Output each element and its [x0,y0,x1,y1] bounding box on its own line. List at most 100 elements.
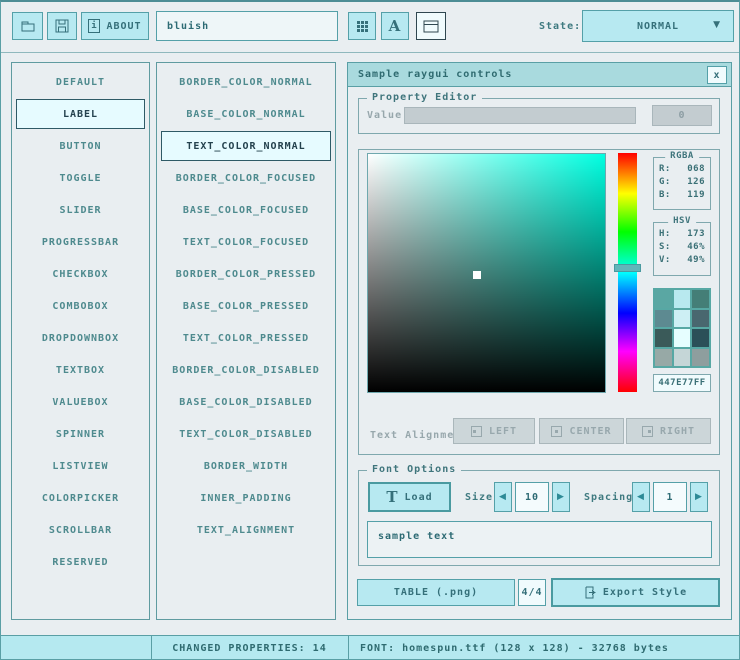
properties-list-item-label: TEXT_COLOR_NORMAL [186,141,305,152]
b-label: B: [659,190,671,200]
status-divider [348,636,349,660]
controls-list-item[interactable]: LISTVIEW [16,451,145,481]
about-button[interactable]: i ABOUT [81,12,149,40]
properties-list-item[interactable]: BASE_COLOR_DISABLED [161,387,331,417]
color-swatch[interactable] [674,349,691,367]
save-style-button[interactable] [47,12,77,40]
state-dropdown[interactable]: NORMAL ▼ [582,10,734,42]
properties-list-item[interactable]: BASE_COLOR_PRESSED [161,291,331,321]
controls-list-item[interactable]: COMBOBOX [16,291,145,321]
color-swatch[interactable] [674,310,691,328]
properties-list-item[interactable]: TEXT_COLOR_FOCUSED [161,227,331,257]
h-label: H: [659,229,671,239]
color-swatch[interactable] [692,310,709,328]
font-toggle[interactable]: A [381,12,409,40]
window-icon [423,20,439,33]
size-value-box[interactable]: 10 [515,482,549,512]
controls-list-item[interactable]: SCROLLBAR [16,515,145,545]
properties-list-item[interactable]: BASE_COLOR_NORMAL [161,99,331,129]
color-swatch[interactable] [655,310,672,328]
properties-list-item[interactable]: BORDER_COLOR_DISABLED [161,355,331,385]
properties-list-item[interactable]: BORDER_COLOR_FOCUSED [161,163,331,193]
color-swatch[interactable] [674,329,691,347]
controls-list-item-label: RESERVED [52,557,108,568]
font-info-status: FONT: homespun.ttf (128 x 128) - 32768 b… [360,636,669,660]
properties-list-item[interactable]: BORDER_COLOR_PRESSED [161,259,331,289]
controls-list-item[interactable]: SPINNER [16,419,145,449]
style-table-toggle[interactable] [348,12,376,40]
spacing-decrease-button[interactable]: ◀ [632,482,650,512]
controls-list-item[interactable]: TEXTBOX [16,355,145,385]
controls-list-item-label: VALUEBOX [52,397,108,408]
controls-list-item[interactable]: TOGGLE [16,163,145,193]
controls-list-item[interactable]: DEFAULT [16,67,145,97]
close-icon: x [713,70,720,81]
export-style-button[interactable]: Export Style [551,578,720,607]
b-value: 119 [687,190,705,200]
value-box[interactable]: 0 [652,105,712,126]
controls-list-item[interactable]: LABEL [16,99,145,129]
properties-list-item-label: TEXT_ALIGNMENT [197,525,295,536]
properties-list-item[interactable]: TEXT_ALIGNMENT [161,515,331,545]
controls-list-item-label: PROGRESSBAR [42,237,119,248]
property-editor-group-label: Property Editor [367,92,482,103]
spacing-value: 1 [666,492,673,503]
properties-list-item[interactable]: BORDER_COLOR_NORMAL [161,67,331,97]
controls-list-item[interactable]: COLORPICKER [16,483,145,513]
sample-controls-window: Sample raygui controls x Property Editor… [347,62,732,620]
load-font-button[interactable]: T Load [368,482,451,512]
g-label: G: [659,177,671,187]
spacing-increase-button[interactable]: ▶ [690,482,708,512]
chevron-down-icon: ▼ [713,20,721,30]
spacing-value-box[interactable]: 1 [653,482,687,512]
controls-list-item[interactable]: RESERVED [16,547,145,577]
sample-text-input[interactable]: sample text [367,521,712,558]
properties-list-item[interactable]: BASE_COLOR_FOCUSED [161,195,331,225]
hue-cursor[interactable] [614,264,641,272]
value-slider[interactable] [404,107,636,124]
properties-list-item[interactable]: TEXT_COLOR_DISABLED [161,419,331,449]
open-style-button[interactable] [12,12,43,40]
hue-bar[interactable] [618,153,637,392]
export-format-value-box[interactable]: 4/4 [518,579,546,606]
controls-list-item[interactable]: CHECKBOX [16,259,145,289]
chevron-right-icon: ▶ [695,492,703,502]
properties-list-item[interactable]: BORDER_WIDTH [161,451,331,481]
sample-window-toggle[interactable] [416,12,446,40]
color-swatch[interactable] [692,329,709,347]
color-swatch[interactable] [655,349,672,367]
controls-list-item[interactable]: DROPDOWNBOX [16,323,145,353]
controls-list-item[interactable]: PROGRESSBAR [16,227,145,257]
size-increase-button[interactable]: ▶ [552,482,570,512]
style-name-input[interactable]: bluish [156,11,338,41]
color-swatch[interactable] [674,290,691,308]
controls-list-item-label: TOGGLE [59,173,101,184]
controls-list-item[interactable]: VALUEBOX [16,387,145,417]
close-button[interactable]: x [707,66,727,84]
align-left-button[interactable]: LEFT [453,418,535,444]
size-decrease-button[interactable]: ◀ [494,482,512,512]
color-saturation-value-panel[interactable] [367,153,606,393]
align-center-button[interactable]: CENTER [539,418,624,444]
rgba-group-label: RGBA [665,151,699,161]
controls-list-item-label: DROPDOWNBOX [42,333,119,344]
properties-list-item-label: INNER_PADDING [200,493,291,504]
color-swatch[interactable] [692,290,709,308]
align-right-button[interactable]: RIGHT [626,418,711,444]
color-swatch[interactable] [655,329,672,347]
sample-window-titlebar[interactable]: Sample raygui controls x [348,63,731,87]
g-value: 126 [687,177,705,187]
hex-color-input[interactable]: 447E77FF [653,374,711,392]
properties-list-item[interactable]: INNER_PADDING [161,483,331,513]
load-font-label: Load [405,492,433,503]
status-bar: CHANGED PROPERTIES: 14 FONT: homespun.tt… [1,635,739,660]
color-swatch[interactable] [692,349,709,367]
properties-list-item[interactable]: TEXT_COLOR_NORMAL [161,131,331,161]
controls-list-item[interactable]: SLIDER [16,195,145,225]
color-swatch[interactable] [655,290,672,308]
properties-list-item[interactable]: TEXT_COLOR_PRESSED [161,323,331,353]
grid-icon [357,21,368,32]
table-png-button[interactable]: TABLE (.png) [357,579,515,606]
color-cursor[interactable] [473,271,481,279]
controls-list-item[interactable]: BUTTON [16,131,145,161]
